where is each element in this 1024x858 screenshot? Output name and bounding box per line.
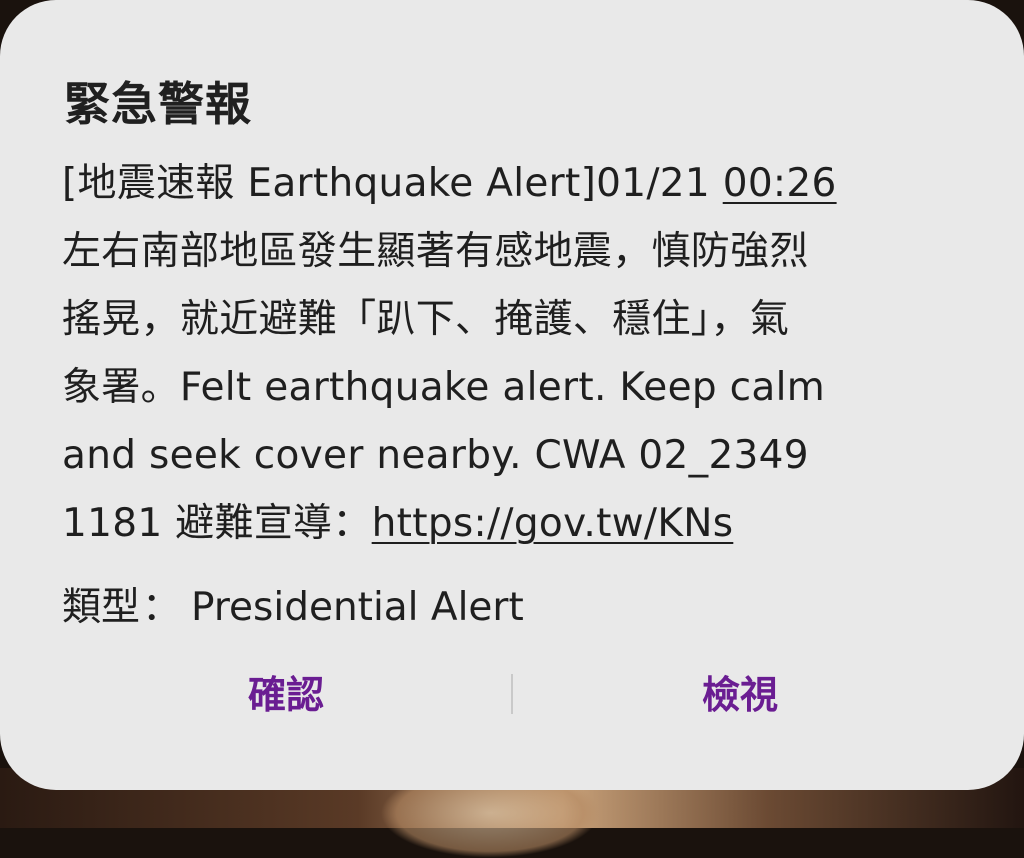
alert-type-separator: ： <box>142 585 182 630</box>
emergency-alert-dialog: 緊急警報 [地震速報 Earthquake Alert]01/21 00:26 … <box>0 0 1024 790</box>
alert-message: [地震速報 Earthquake Alert]01/21 00:26 左右南部地… <box>62 150 962 558</box>
message-line-4: 象署。Felt earthquake alert. Keep calm <box>62 365 826 410</box>
view-button[interactable]: 檢視 <box>590 660 890 730</box>
alert-type-label: 類型 <box>62 585 141 630</box>
message-line-1: [地震速報 Earthquake Alert]01/21 00:26 <box>62 150 962 218</box>
message-line-6-text: 1181 避難宣導： <box>62 501 372 546</box>
message-line-2: 左右南部地區發生顯著有感地震，慎防強烈 <box>62 229 809 274</box>
alert-time: 00:26 <box>722 161 837 206</box>
dialog-title: 緊急警報 <box>64 77 252 131</box>
confirm-button[interactable]: 確認 <box>136 660 436 730</box>
button-divider <box>511 674 513 714</box>
evacuation-info-link[interactable]: https://gov.tw/KNs <box>372 501 734 546</box>
alert-type-value: Presidential Alert <box>191 585 524 630</box>
dialog-actions: 確認 檢視 <box>0 660 1024 730</box>
message-line-1-text: [地震速報 Earthquake Alert]01/21 <box>62 161 723 206</box>
message-line-5: and seek cover nearby. CWA 02_2349 <box>62 433 809 478</box>
alert-type-row: 類型： Presidential Alert <box>62 576 524 632</box>
message-line-3: 搖晃，就近避難「趴下、掩護、穩住」，氣 <box>62 297 790 342</box>
message-line-6: 1181 避難宣導：https://gov.tw/KNs <box>62 490 962 558</box>
